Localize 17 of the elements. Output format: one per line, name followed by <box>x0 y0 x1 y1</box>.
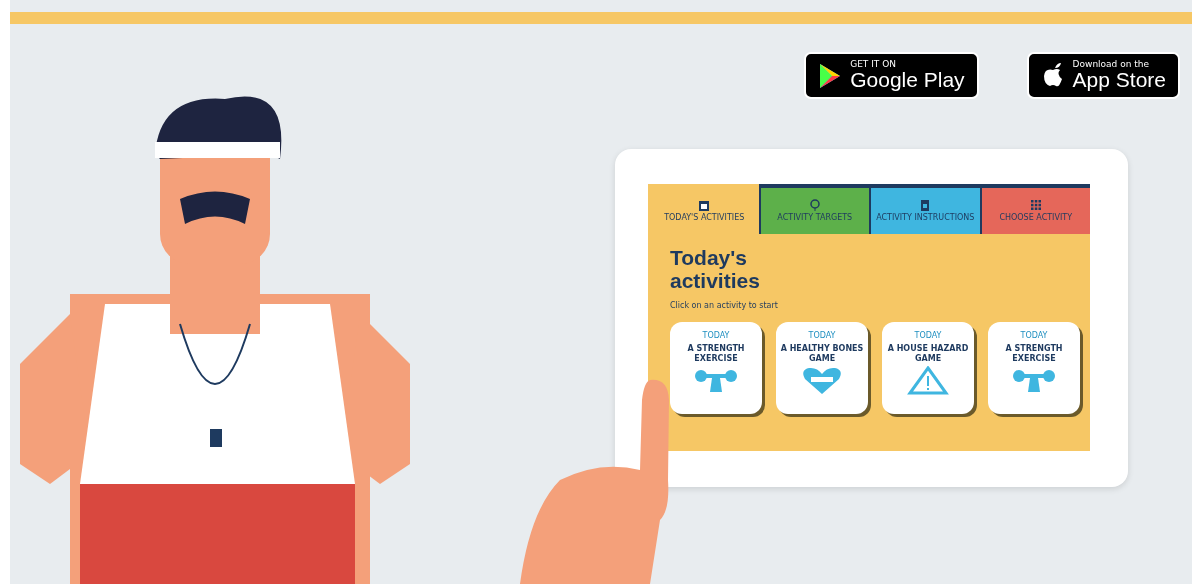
flag-icon <box>808 199 821 213</box>
warning-icon <box>906 366 950 397</box>
activity-card[interactable]: TODAY A STRENGTH EXERCISE <box>988 322 1080 415</box>
google-play-badge[interactable]: GET IT ON Google Play <box>804 52 979 100</box>
app-store-badge[interactable]: Download on the App Store <box>1026 52 1180 100</box>
activity-card[interactable]: TODAY A STRENGTH EXERCISE <box>670 322 762 415</box>
screen-subtitle: Click on an activity to start <box>670 300 779 313</box>
calendar-icon <box>698 199 711 213</box>
activity-card[interactable]: TODAY A HEALTHY BONES GAME <box>776 322 868 415</box>
screen-tab[interactable]: CHOOSE ACTIVITY <box>979 184 1090 235</box>
heart-icon <box>800 366 844 397</box>
screen-tab[interactable]: ACTIVITY INSTRUCTIONS <box>869 184 980 235</box>
activity-card[interactable]: TODAY A HOUSE HAZARD GAME <box>882 322 974 415</box>
grid-icon <box>1029 199 1042 213</box>
screen-tab[interactable]: ACTIVITY TARGETS <box>758 184 869 235</box>
clipboard-icon <box>919 199 932 213</box>
screen-heading: Today's activities <box>670 246 761 293</box>
